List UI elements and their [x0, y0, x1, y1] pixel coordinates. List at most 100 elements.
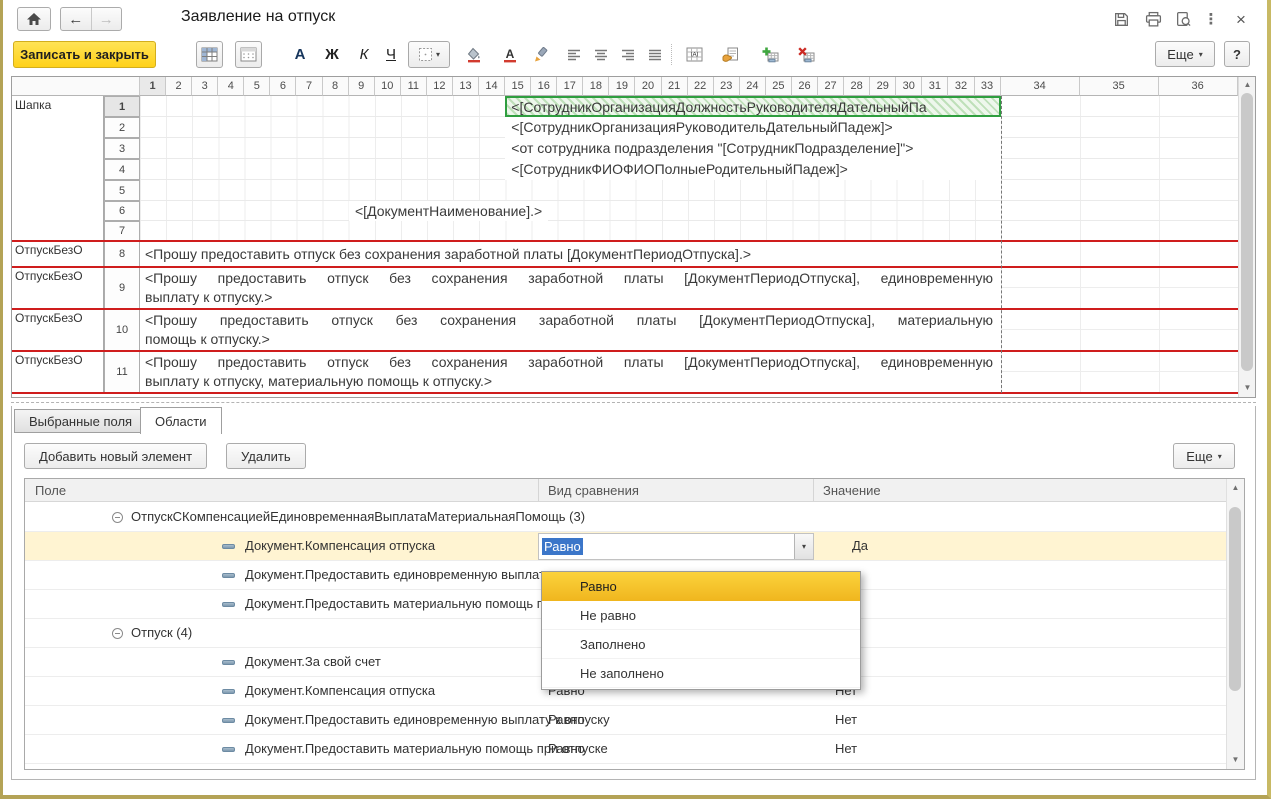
sheet-row-1[interactable]: 1<[СотрудникОрганизацияДолжностьРуководи… — [104, 96, 1238, 117]
col-header-5[interactable]: 5 — [244, 77, 270, 96]
highlight-button[interactable] — [525, 41, 555, 68]
column-header-value[interactable]: Значение — [823, 483, 881, 498]
row-cells[interactable]: <Прошу предоставить отпуск без сохранени… — [140, 241, 1001, 267]
col-header-35[interactable]: 35 — [1080, 77, 1159, 96]
dropdown-item[interactable]: Не заполнено — [542, 659, 860, 688]
merged-cell[interactable]: <[СотрудникОрганизацияРуководительДатель… — [505, 117, 1001, 138]
align-left-button[interactable] — [559, 41, 589, 68]
col-header-25[interactable]: 25 — [766, 77, 792, 96]
col-header-17[interactable]: 17 — [557, 77, 583, 96]
row-cells[interactable]: <от сотрудника подразделения "[Сотрудник… — [140, 138, 1001, 159]
toggle-grid-button[interactable] — [235, 41, 262, 68]
merged-cell[interactable]: <[СотрудникФИОФИОПолныеРодительныйПадеж]… — [505, 159, 1001, 180]
close-button[interactable]: × — [1229, 8, 1253, 30]
row-cells-wide[interactable] — [1001, 351, 1238, 393]
add-element-button[interactable]: Добавить новый элемент — [24, 443, 207, 469]
fill-color-button[interactable] — [459, 41, 489, 68]
col-header-24[interactable]: 24 — [740, 77, 766, 96]
row-header-6[interactable]: 6 — [104, 201, 140, 221]
column-separator[interactable] — [813, 479, 814, 501]
col-header-33[interactable]: 33 — [975, 77, 1001, 96]
sheet-row-3[interactable]: 3<от сотрудника подразделения "[Сотрудни… — [104, 138, 1238, 159]
scroll-down-icon[interactable]: ▼ — [1239, 383, 1256, 392]
row-cells-wide[interactable] — [1001, 201, 1238, 221]
delete-row-button[interactable] — [791, 41, 821, 68]
table-group-row[interactable]: ОтпускСКомпенсациейЕдиновременнаяВыплата… — [25, 503, 1228, 532]
col-header-27[interactable]: 27 — [818, 77, 844, 96]
col-header-14[interactable]: 14 — [479, 77, 505, 96]
column-header-field[interactable]: Поле — [35, 483, 66, 498]
row-header-8[interactable]: 8 — [104, 241, 140, 267]
col-header-18[interactable]: 18 — [583, 77, 609, 96]
combobox-dropdown-button[interactable]: ▾ — [794, 534, 813, 559]
col-header-20[interactable]: 20 — [635, 77, 661, 96]
row-cells[interactable]: <[ДокументНаименование].> — [140, 201, 1001, 221]
delete-button[interactable]: Удалить — [226, 443, 306, 469]
save-button[interactable] — [1109, 8, 1133, 30]
col-header-4[interactable]: 4 — [218, 77, 244, 96]
sheet-section-4[interactable]: ОтпускБезО — [12, 309, 104, 351]
row-header-4[interactable]: 4 — [104, 159, 140, 180]
col-header-12[interactable]: 12 — [427, 77, 453, 96]
sheet-section-3[interactable]: ОтпускБезО — [12, 267, 104, 309]
back-button[interactable]: ← — [61, 8, 91, 30]
row-cells[interactable]: <[СотрудникОрганизацияРуководительДатель… — [140, 117, 1001, 138]
col-header-31[interactable]: 31 — [922, 77, 948, 96]
col-header-13[interactable]: 13 — [453, 77, 479, 96]
add-row-button[interactable] — [755, 41, 785, 68]
toolbar-more-button[interactable]: Еще ▾ — [1155, 41, 1215, 67]
row-cells[interactable] — [140, 180, 1001, 201]
underline-button[interactable]: Ч — [377, 41, 405, 68]
print-button[interactable] — [1141, 8, 1165, 30]
row-cells-wide[interactable] — [1001, 309, 1238, 351]
row-cells-wide[interactable] — [1001, 96, 1238, 117]
row-header-10[interactable]: 10 — [104, 309, 140, 351]
sheet-row-9[interactable]: 9<Прошу предоставить отпуск без сохранен… — [104, 267, 1238, 309]
scroll-up-icon[interactable]: ▲ — [1227, 483, 1244, 492]
col-header-28[interactable]: 28 — [844, 77, 870, 96]
col-header-11[interactable]: 11 — [401, 77, 427, 96]
row-header-9[interactable]: 9 — [104, 267, 140, 309]
row-cells-wide[interactable] — [1001, 117, 1238, 138]
save-and-close-button[interactable]: Записать и закрыть — [13, 41, 156, 68]
row-cells-wide[interactable] — [1001, 267, 1238, 309]
sheet-row-11[interactable]: 11<Прошу предоставить отпуск без сохране… — [104, 351, 1238, 393]
col-header-7[interactable]: 7 — [296, 77, 322, 96]
row-cells-wide[interactable] — [1001, 180, 1238, 201]
col-header-21[interactable]: 21 — [662, 77, 688, 96]
sheet-row-7[interactable]: 7 — [104, 221, 1238, 241]
row-header-5[interactable]: 5 — [104, 180, 140, 201]
dropdown-item[interactable]: Равно — [542, 572, 860, 601]
row-header-11[interactable]: 11 — [104, 351, 140, 393]
row-header-2[interactable]: 2 — [104, 117, 140, 138]
col-header-29[interactable]: 29 — [870, 77, 896, 96]
row-cells-wide[interactable] — [1001, 138, 1238, 159]
forward-button[interactable]: → — [91, 8, 122, 30]
place-document-button[interactable] — [715, 41, 745, 68]
col-header-26[interactable]: 26 — [792, 77, 818, 96]
value-cell[interactable]: Нет — [835, 741, 857, 756]
merge-cells-button[interactable]: ΙΑΙ — [679, 41, 709, 68]
sheet-row-8[interactable]: 8<Прошу предоставить отпуск без сохранен… — [104, 241, 1238, 267]
dropdown-item[interactable]: Заполнено — [542, 630, 860, 659]
font-color-button[interactable]: А — [495, 41, 525, 68]
row-cells-wide[interactable] — [1001, 159, 1238, 180]
table-vertical-scrollbar[interactable]: ▲ ▼ — [1226, 479, 1244, 769]
value-cell[interactable]: Нет — [835, 712, 857, 727]
row-cells[interactable]: <[СотрудникФИОФИОПолныеРодительныйПадеж]… — [140, 159, 1001, 180]
scroll-thumb[interactable] — [1241, 93, 1253, 371]
sheet-section-5[interactable]: ОтпускБезО — [12, 351, 104, 393]
sheet-section-2[interactable]: ОтпускБезО — [12, 241, 104, 267]
merged-cell[interactable]: <Прошу предоставить отпуск без сохранени… — [140, 267, 1001, 309]
row-header-7[interactable]: 7 — [104, 221, 140, 241]
merged-cell[interactable]: <[ДокументНаименование].> — [349, 201, 548, 221]
col-header-10[interactable]: 10 — [375, 77, 401, 96]
font-button[interactable]: А — [286, 41, 314, 68]
sheet-row-2[interactable]: 2 <[СотрудникОрганизацияРуководительДател… — [104, 117, 1238, 138]
comparison-combobox[interactable]: Равно▾ — [538, 533, 814, 560]
collapse-icon[interactable] — [112, 512, 123, 523]
table-row[interactable]: Документ.Компенсация отпускаРавно▾Да — [25, 532, 1228, 561]
scroll-down-icon[interactable]: ▼ — [1227, 755, 1244, 764]
bold-button[interactable]: Ж — [318, 41, 346, 68]
sheet-row-10[interactable]: 10<Прошу предоставить отпуск без сохране… — [104, 309, 1238, 351]
